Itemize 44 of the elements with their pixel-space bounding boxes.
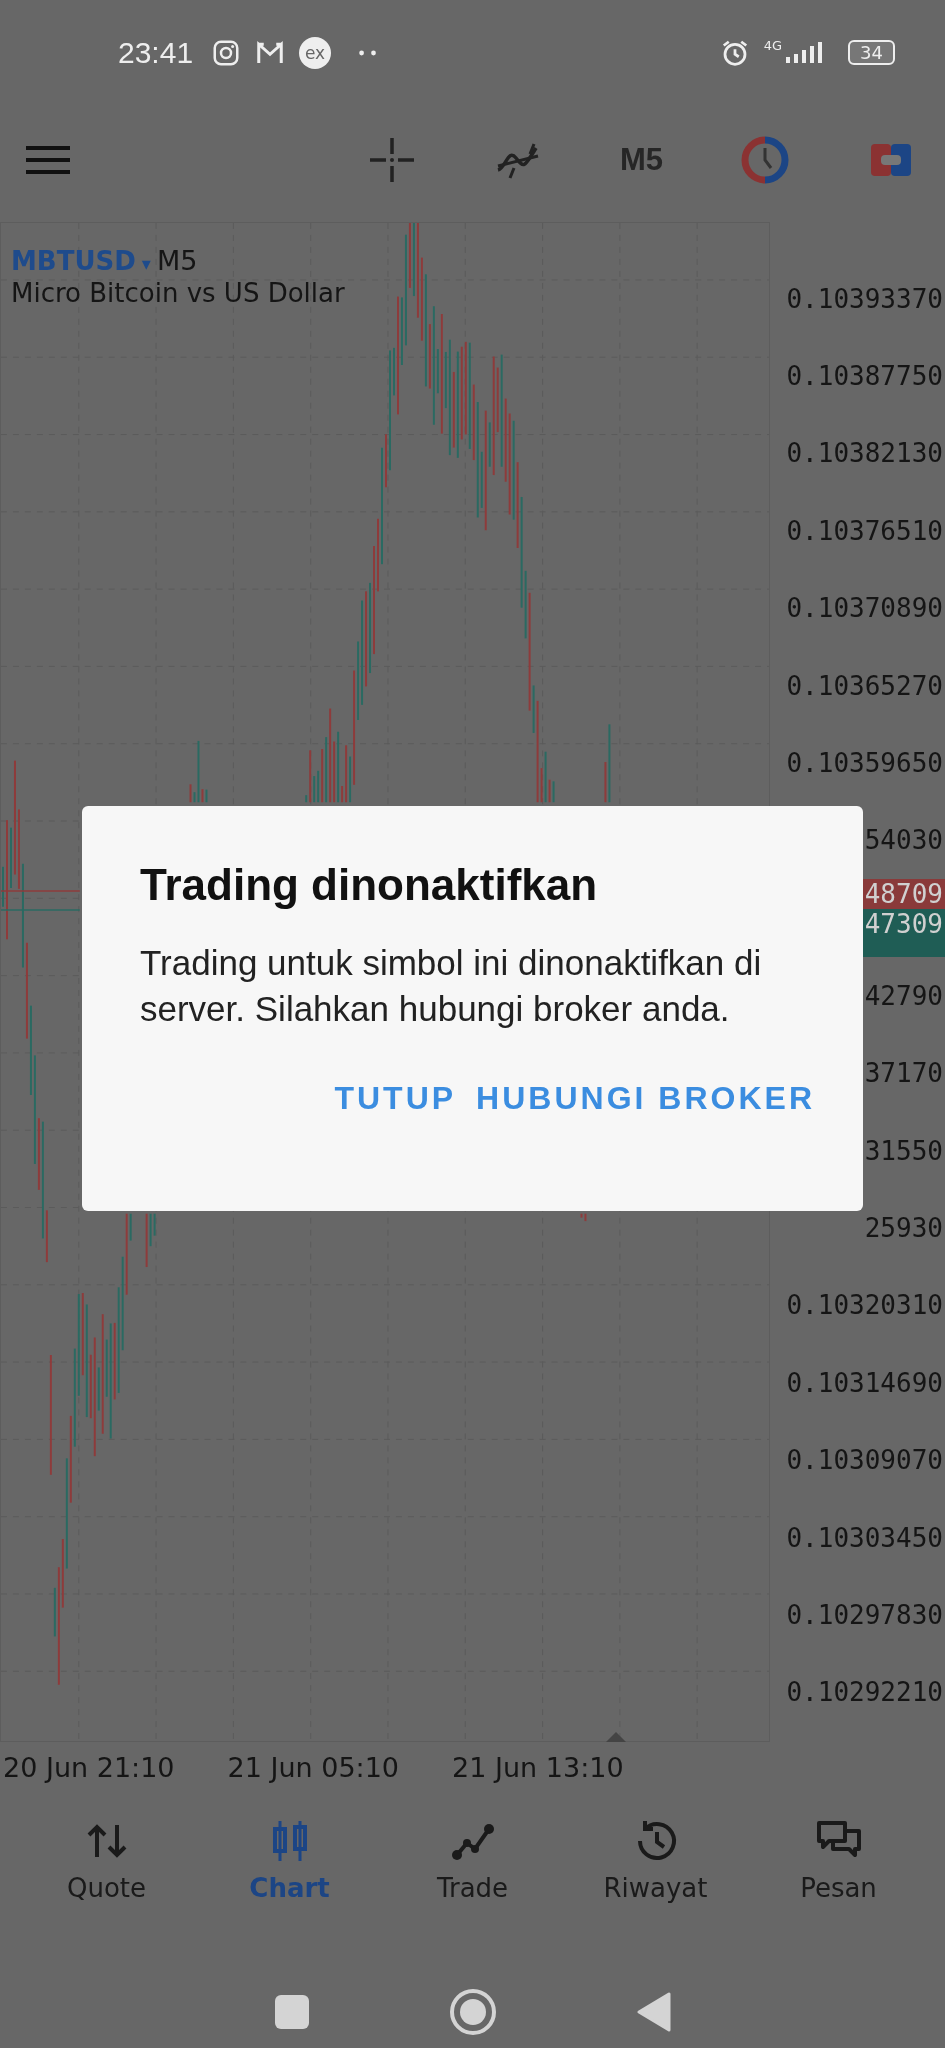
nav-tab[interactable]: Chart — [198, 1817, 381, 1947]
price-label: 0.10292210 — [786, 1676, 943, 1710]
timeframe-button[interactable]: M5 — [619, 142, 663, 178]
time-label: 21 Jun 05:10 — [227, 1751, 400, 1783]
price-label: 37170 — [864, 1057, 943, 1091]
dialog-button[interactable]: TUTUP — [334, 1072, 457, 1125]
app-badge: ex — [299, 36, 332, 69]
menu-icon[interactable] — [26, 145, 70, 175]
price-label: 0.10303450 — [786, 1521, 943, 1555]
timeframe-label: M5 — [156, 245, 198, 276]
dialog-message: Trading untuk simbol ini dinonaktifkan di server. Silahkan hubungi broker anda. — [140, 942, 763, 1030]
price-label: 54030 — [864, 824, 943, 858]
price-label: 0.10297830 — [786, 1598, 943, 1632]
dialog-button[interactable]: HUBUNGI BROKER — [476, 1072, 815, 1125]
clock-icon[interactable] — [741, 136, 789, 184]
price-label: 0.10314690 — [786, 1366, 943, 1400]
price-label: 0.10320310 — [786, 1289, 943, 1323]
price-label: 0.10359650 — [786, 747, 943, 781]
dialog-title: Trading dinonaktifkan — [140, 860, 598, 910]
price-label: 0.10365270 — [786, 669, 943, 703]
scroll-marker-icon — [606, 1732, 626, 1742]
crosshair-icon[interactable] — [367, 136, 416, 184]
recents-button[interactable] — [274, 1995, 309, 2029]
price-label: 42790 — [864, 979, 943, 1013]
price-label: 31550 — [864, 1134, 943, 1168]
nav-tab[interactable]: Trade — [381, 1817, 564, 1947]
price-label: 0.10376510 — [786, 514, 943, 548]
symbol-description: Micro Bitcoin vs US Dollar — [11, 278, 345, 308]
back-button[interactable] — [636, 1992, 671, 2032]
nav-tab[interactable]: Riwayat — [564, 1817, 747, 1947]
price-label: 0.10382130 — [786, 437, 943, 471]
price-label: 0.10387750 — [786, 360, 943, 394]
price-label: 0.10309070 — [786, 1444, 943, 1478]
price-label: 25930 — [864, 1212, 943, 1245]
time-label: 21 Jun 13:10 — [452, 1751, 624, 1783]
nav-tab[interactable]: Pesan — [747, 1817, 930, 1947]
price-label: 0.10370890 — [786, 592, 943, 626]
price-label: 0.10393370 — [786, 282, 943, 316]
home-button[interactable] — [448, 1988, 497, 2036]
nav-tab[interactable]: Quote — [15, 1817, 198, 1947]
network-type: 4G — [763, 38, 783, 53]
time-label: 20 Jun 21:10 — [3, 1751, 175, 1783]
battery-indicator: 34 — [848, 40, 895, 65]
clock: 23:41 — [118, 35, 194, 70]
